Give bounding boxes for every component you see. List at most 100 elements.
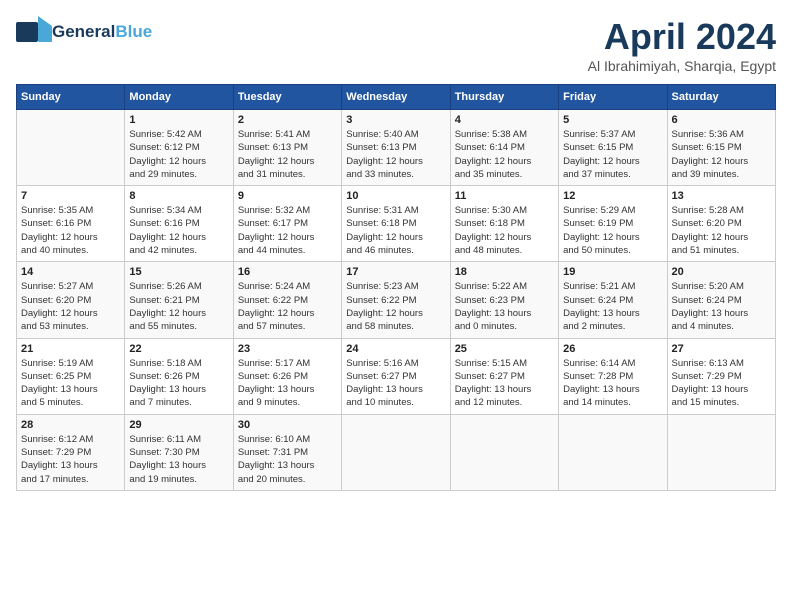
day-number: 26 [563,343,662,355]
page-header: GeneralBlue April 2024 Al Ibrahimiyah, S… [16,16,776,74]
day-number: 27 [672,343,771,355]
day-info: Sunrise: 5:41 AM Sunset: 6:13 PM Dayligh… [238,128,337,181]
calendar-cell: 17 Sunrise: 5:23 AM Sunset: 6:22 PM Dayli… [342,262,450,338]
day-info: Sunrise: 5:16 AM Sunset: 6:27 PM Dayligh… [346,357,445,410]
day-number: 22 [129,343,228,355]
day-info: Sunrise: 5:28 AM Sunset: 6:20 PM Dayligh… [672,204,771,257]
day-number: 10 [346,190,445,202]
calendar-cell: 27 Sunrise: 6:13 AM Sunset: 7:29 PM Dayli… [667,338,775,414]
month-title: April 2024 [588,16,776,58]
location-title: Al Ibrahimiyah, Sharqia, Egypt [588,58,776,74]
day-info: Sunrise: 5:18 AM Sunset: 6:26 PM Dayligh… [129,357,228,410]
calendar-cell: 16 Sunrise: 5:24 AM Sunset: 6:22 PM Dayli… [233,262,341,338]
day-number: 1 [129,114,228,126]
day-info: Sunrise: 5:27 AM Sunset: 6:20 PM Dayligh… [21,280,120,333]
day-info: Sunrise: 5:40 AM Sunset: 6:13 PM Dayligh… [346,128,445,181]
calendar-cell: 3 Sunrise: 5:40 AM Sunset: 6:13 PM Daylig… [342,110,450,186]
week-row-1: 1 Sunrise: 5:42 AM Sunset: 6:12 PM Daylig… [17,110,776,186]
calendar-cell: 23 Sunrise: 5:17 AM Sunset: 6:26 PM Dayli… [233,338,341,414]
day-number: 5 [563,114,662,126]
day-number: 4 [455,114,554,126]
calendar-cell: 26 Sunrise: 6:14 AM Sunset: 7:28 PM Dayli… [559,338,667,414]
day-info: Sunrise: 6:13 AM Sunset: 7:29 PM Dayligh… [672,357,771,410]
calendar-cell: 7 Sunrise: 5:35 AM Sunset: 6:16 PM Daylig… [17,186,125,262]
day-number: 17 [346,266,445,278]
calendar-cell: 1 Sunrise: 5:42 AM Sunset: 6:12 PM Daylig… [125,110,233,186]
logo-icon [16,16,52,48]
calendar-cell: 12 Sunrise: 5:29 AM Sunset: 6:19 PM Dayli… [559,186,667,262]
calendar-cell: 25 Sunrise: 5:15 AM Sunset: 6:27 PM Dayli… [450,338,558,414]
day-info: Sunrise: 6:14 AM Sunset: 7:28 PM Dayligh… [563,357,662,410]
day-info: Sunrise: 5:42 AM Sunset: 6:12 PM Dayligh… [129,128,228,181]
calendar-cell: 8 Sunrise: 5:34 AM Sunset: 6:16 PM Daylig… [125,186,233,262]
weekday-sunday: Sunday [17,85,125,110]
weekday-friday: Friday [559,85,667,110]
day-info: Sunrise: 5:17 AM Sunset: 6:26 PM Dayligh… [238,357,337,410]
calendar-cell: 15Sunrise: 5:26 AM Sunset: 6:21 PM Dayli… [125,262,233,338]
calendar-cell [17,110,125,186]
day-info: Sunrise: 5:20 AM Sunset: 6:24 PM Dayligh… [672,280,771,333]
day-info: Sunrise: 5:19 AM Sunset: 6:25 PM Dayligh… [21,357,120,410]
calendar-cell: 28 Sunrise: 6:12 AM Sunset: 7:29 PM Dayli… [17,414,125,490]
day-info: Sunrise: 5:22 AM Sunset: 6:23 PM Dayligh… [455,280,554,333]
calendar-cell: 10 Sunrise: 5:31 AM Sunset: 6:18 PM Dayli… [342,186,450,262]
calendar-cell: 30Sunrise: 6:10 AM Sunset: 7:31 PM Dayli… [233,414,341,490]
calendar-table: SundayMondayTuesdayWednesdayThursdayFrid… [16,84,776,491]
day-number: 29 [129,419,228,431]
calendar-cell: 5Sunrise: 5:37 AM Sunset: 6:15 PM Daylig… [559,110,667,186]
weekday-tuesday: Tuesday [233,85,341,110]
calendar-cell: 11 Sunrise: 5:30 AM Sunset: 6:18 PM Dayli… [450,186,558,262]
calendar-cell: 9Sunrise: 5:32 AM Sunset: 6:17 PM Daylig… [233,186,341,262]
day-number: 16 [238,266,337,278]
day-number: 6 [672,114,771,126]
day-number: 12 [563,190,662,202]
calendar-cell: 20 Sunrise: 5:20 AM Sunset: 6:24 PM Dayli… [667,262,775,338]
week-row-5: 28 Sunrise: 6:12 AM Sunset: 7:29 PM Dayli… [17,414,776,490]
calendar-cell: 24Sunrise: 5:16 AM Sunset: 6:27 PM Dayli… [342,338,450,414]
calendar-cell [559,414,667,490]
week-row-3: 14 Sunrise: 5:27 AM Sunset: 6:20 PM Dayli… [17,262,776,338]
day-info: Sunrise: 5:24 AM Sunset: 6:22 PM Dayligh… [238,280,337,333]
day-number: 13 [672,190,771,202]
day-info: Sunrise: 5:35 AM Sunset: 6:16 PM Dayligh… [21,204,120,257]
day-number: 8 [129,190,228,202]
day-number: 14 [21,266,120,278]
logo-text: GeneralBlue [52,22,152,42]
day-info: Sunrise: 5:31 AM Sunset: 6:18 PM Dayligh… [346,204,445,257]
calendar-cell: 2 Sunrise: 5:41 AM Sunset: 6:13 PM Daylig… [233,110,341,186]
weekday-header-row: SundayMondayTuesdayWednesdayThursdayFrid… [17,85,776,110]
day-info: Sunrise: 5:34 AM Sunset: 6:16 PM Dayligh… [129,204,228,257]
day-info: Sunrise: 5:21 AM Sunset: 6:24 PM Dayligh… [563,280,662,333]
day-number: 11 [455,190,554,202]
day-info: Sunrise: 5:30 AM Sunset: 6:18 PM Dayligh… [455,204,554,257]
weekday-monday: Monday [125,85,233,110]
day-info: Sunrise: 5:36 AM Sunset: 6:15 PM Dayligh… [672,128,771,181]
logo: GeneralBlue [16,16,152,48]
day-number: 18 [455,266,554,278]
day-number: 7 [21,190,120,202]
day-number: 30 [238,419,337,431]
day-info: Sunrise: 5:29 AM Sunset: 6:19 PM Dayligh… [563,204,662,257]
day-number: 23 [238,343,337,355]
day-number: 20 [672,266,771,278]
title-area: April 2024 Al Ibrahimiyah, Sharqia, Egyp… [588,16,776,74]
day-number: 28 [21,419,120,431]
day-number: 9 [238,190,337,202]
day-info: Sunrise: 5:23 AM Sunset: 6:22 PM Dayligh… [346,280,445,333]
day-info: Sunrise: 6:11 AM Sunset: 7:30 PM Dayligh… [129,433,228,486]
weekday-wednesday: Wednesday [342,85,450,110]
day-number: 3 [346,114,445,126]
day-number: 21 [21,343,120,355]
day-number: 25 [455,343,554,355]
calendar-cell: 19 Sunrise: 5:21 AM Sunset: 6:24 PM Dayli… [559,262,667,338]
day-number: 19 [563,266,662,278]
day-info: Sunrise: 6:12 AM Sunset: 7:29 PM Dayligh… [21,433,120,486]
day-info: Sunrise: 5:26 AM Sunset: 6:21 PM Dayligh… [129,280,228,333]
weekday-thursday: Thursday [450,85,558,110]
calendar-cell: 29 Sunrise: 6:11 AM Sunset: 7:30 PM Dayli… [125,414,233,490]
calendar-cell [342,414,450,490]
day-info: Sunrise: 5:15 AM Sunset: 6:27 PM Dayligh… [455,357,554,410]
calendar-cell: 6 Sunrise: 5:36 AM Sunset: 6:15 PM Daylig… [667,110,775,186]
day-number: 2 [238,114,337,126]
calendar-cell: 14 Sunrise: 5:27 AM Sunset: 6:20 PM Dayli… [17,262,125,338]
